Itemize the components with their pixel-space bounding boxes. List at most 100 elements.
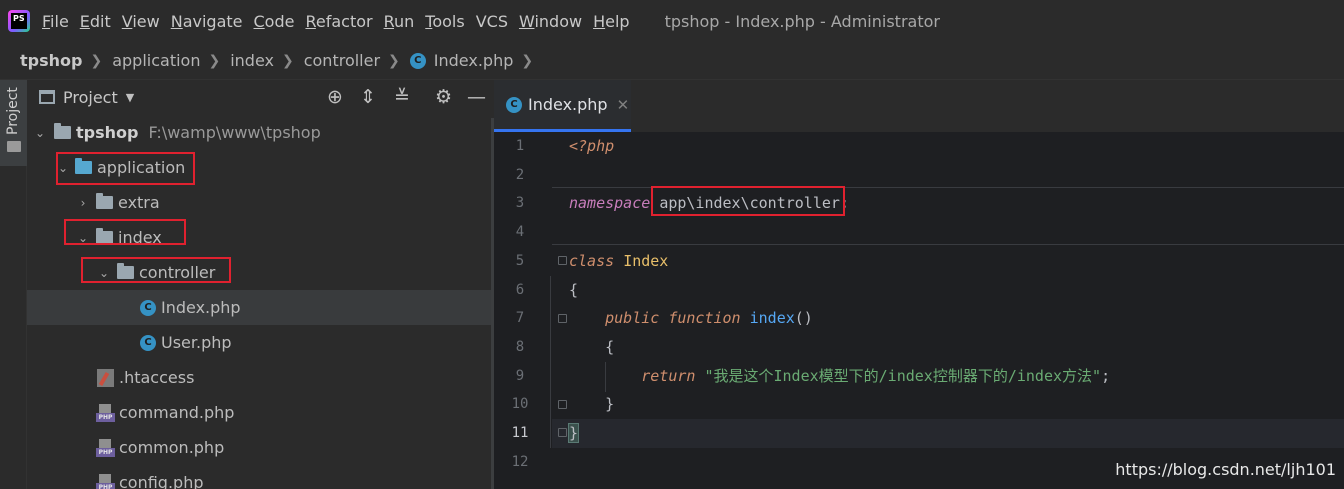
tree-label: Index.php [161, 298, 241, 317]
folder-icon [54, 123, 71, 139]
tree-label: common.php [119, 438, 225, 457]
line-number: 7 [515, 310, 525, 327]
menu-navigate[interactable]: Navigate [171, 12, 243, 31]
menu-tools[interactable]: Tools [425, 12, 464, 31]
fold-icon[interactable] [558, 428, 567, 437]
tab-index-php[interactable]: C Index.php ✕ [494, 80, 631, 132]
menu-run[interactable]: Run [384, 12, 415, 31]
tree-label: extra [118, 193, 160, 212]
line-number: 5 [515, 252, 525, 269]
tree-item-extra[interactable]: › extra [27, 185, 491, 220]
php-class-icon: C [409, 52, 426, 69]
menu-view[interactable]: View [122, 12, 160, 31]
menu-help[interactable]: Help [593, 12, 629, 31]
tab-label: Index.php [528, 95, 608, 114]
indent-guide [550, 276, 551, 448]
php-file-icon: PHP [96, 473, 115, 489]
code-line-8[interactable]: { [569, 333, 614, 362]
chevron-right-icon: ❯ [208, 52, 221, 69]
fold-icon[interactable] [558, 256, 567, 265]
tree-item-index-php[interactable]: C Index.php [27, 290, 491, 325]
project-panel-header: Project ▼ ⊕ ⇕ ≚ ⚙ — [27, 80, 491, 114]
breadcrumb-item-file[interactable]: Index.php [434, 51, 514, 70]
code-line-5[interactable]: class Index [569, 247, 668, 276]
breadcrumb-item-index[interactable]: index [230, 51, 274, 70]
folder-icon [96, 193, 113, 209]
breadcrumb-item-controller[interactable]: controller [304, 51, 380, 70]
line-number: 8 [515, 338, 525, 355]
minimize-icon[interactable]: — [467, 87, 486, 107]
line-number: 3 [515, 195, 525, 212]
fold-icon[interactable] [558, 400, 567, 409]
highlight-box [81, 257, 231, 283]
close-icon[interactable]: ✕ [617, 96, 630, 114]
tree-item-tpshop[interactable]: ⌄ tpshop F:\wamp\www\tpshop [27, 115, 491, 150]
htaccess-file-icon [97, 368, 114, 387]
folder-icon [7, 141, 21, 152]
expand-all-icon[interactable]: ⇕ [360, 87, 376, 107]
code-line-11[interactable]: } [567, 419, 580, 448]
project-panel: Project ▼ ⊕ ⇕ ≚ ⚙ — ⌄ tpshop F:\wamp\www… [27, 80, 491, 489]
php-class-icon: C [506, 96, 522, 113]
highlight-box [56, 152, 195, 185]
chevron-right-icon: ❯ [388, 52, 400, 69]
project-view-icon [39, 90, 55, 104]
line-number: 2 [515, 166, 525, 183]
code-line-6[interactable]: { [569, 276, 578, 305]
menu-refactor[interactable]: Refactor [305, 12, 372, 31]
chevron-right-icon: ❯ [281, 52, 294, 69]
project-tool-label: Project [5, 87, 21, 135]
tree-label: User.php [161, 333, 232, 352]
tree-path: F:\wamp\www\tpshop [148, 123, 321, 142]
editor[interactable]: C Index.php ✕ 1 2 3 4 5 6 7 8 9 10 11 12… [494, 80, 1344, 489]
line-number: 11 [511, 425, 529, 441]
caret-down-icon[interactable]: ▼ [126, 91, 134, 104]
editor-tab-bar: C Index.php ✕ [494, 80, 1344, 132]
php-file-icon: PHP [96, 403, 115, 422]
tree-item-common-php[interactable]: PHP common.php [27, 430, 491, 465]
locate-icon[interactable]: ⊕ [327, 87, 343, 107]
method-separator [552, 244, 1344, 245]
gear-icon[interactable]: ⚙ [435, 87, 452, 107]
tool-window-strip: Project [0, 80, 27, 489]
breadcrumb-item-tpshop[interactable]: tpshop [20, 51, 82, 70]
menu-vcs[interactable]: VCS [476, 12, 508, 31]
chevron-down-icon[interactable]: ⌄ [33, 126, 47, 140]
menu-file[interactable]: File [42, 12, 69, 31]
project-view-selector[interactable]: Project [63, 88, 118, 107]
fold-icon[interactable] [558, 314, 567, 323]
php-class-icon: C [140, 299, 156, 316]
logo-text: PS [11, 13, 27, 29]
breadcrumb: tpshop ❯ application ❯ index ❯ controlle… [0, 42, 1344, 80]
code-line-10[interactable]: } [569, 390, 614, 419]
tree-item-command-php[interactable]: PHP command.php [27, 395, 491, 430]
chevron-right-icon: ❯ [90, 52, 103, 69]
tree-item-user-php[interactable]: C User.php [27, 325, 491, 360]
menu-code[interactable]: Code [254, 12, 295, 31]
tree-item-config-php[interactable]: PHP config.php [27, 465, 491, 489]
breadcrumb-item-application[interactable]: application [112, 51, 200, 70]
chevron-right-icon[interactable]: › [76, 196, 90, 210]
line-number: 12 [511, 453, 529, 470]
project-tool-tab[interactable]: Project [0, 80, 27, 166]
tree-label: .htaccess [119, 368, 195, 387]
line-number: 9 [515, 367, 525, 384]
menu-edit[interactable]: Edit [80, 12, 111, 31]
line-number: 1 [515, 138, 525, 154]
menu-window[interactable]: Window [519, 12, 582, 31]
window-title: tpshop - Index.php - Administrator [664, 11, 940, 31]
code-line-1[interactable]: <?php [569, 132, 614, 161]
line-number: 10 [511, 396, 529, 413]
tree-item-htaccess[interactable]: .htaccess [27, 360, 491, 395]
highlight-box [651, 186, 845, 216]
current-line-highlight [552, 419, 1344, 448]
phpstorm-logo-icon[interactable]: PS [8, 10, 30, 32]
tree-label: tpshop [76, 123, 139, 142]
watermark: https://blog.csdn.net/ljh101 [1115, 460, 1336, 479]
code-line-9[interactable]: return "我是这个Index模型下的/index控制器下的/index方法… [569, 362, 1110, 391]
code-line-7[interactable]: public function index() [569, 304, 813, 333]
tree-label: command.php [119, 403, 235, 422]
collapse-all-icon[interactable]: ≚ [394, 87, 410, 107]
php-file-icon: PHP [96, 438, 115, 457]
line-number: 4 [515, 224, 525, 241]
